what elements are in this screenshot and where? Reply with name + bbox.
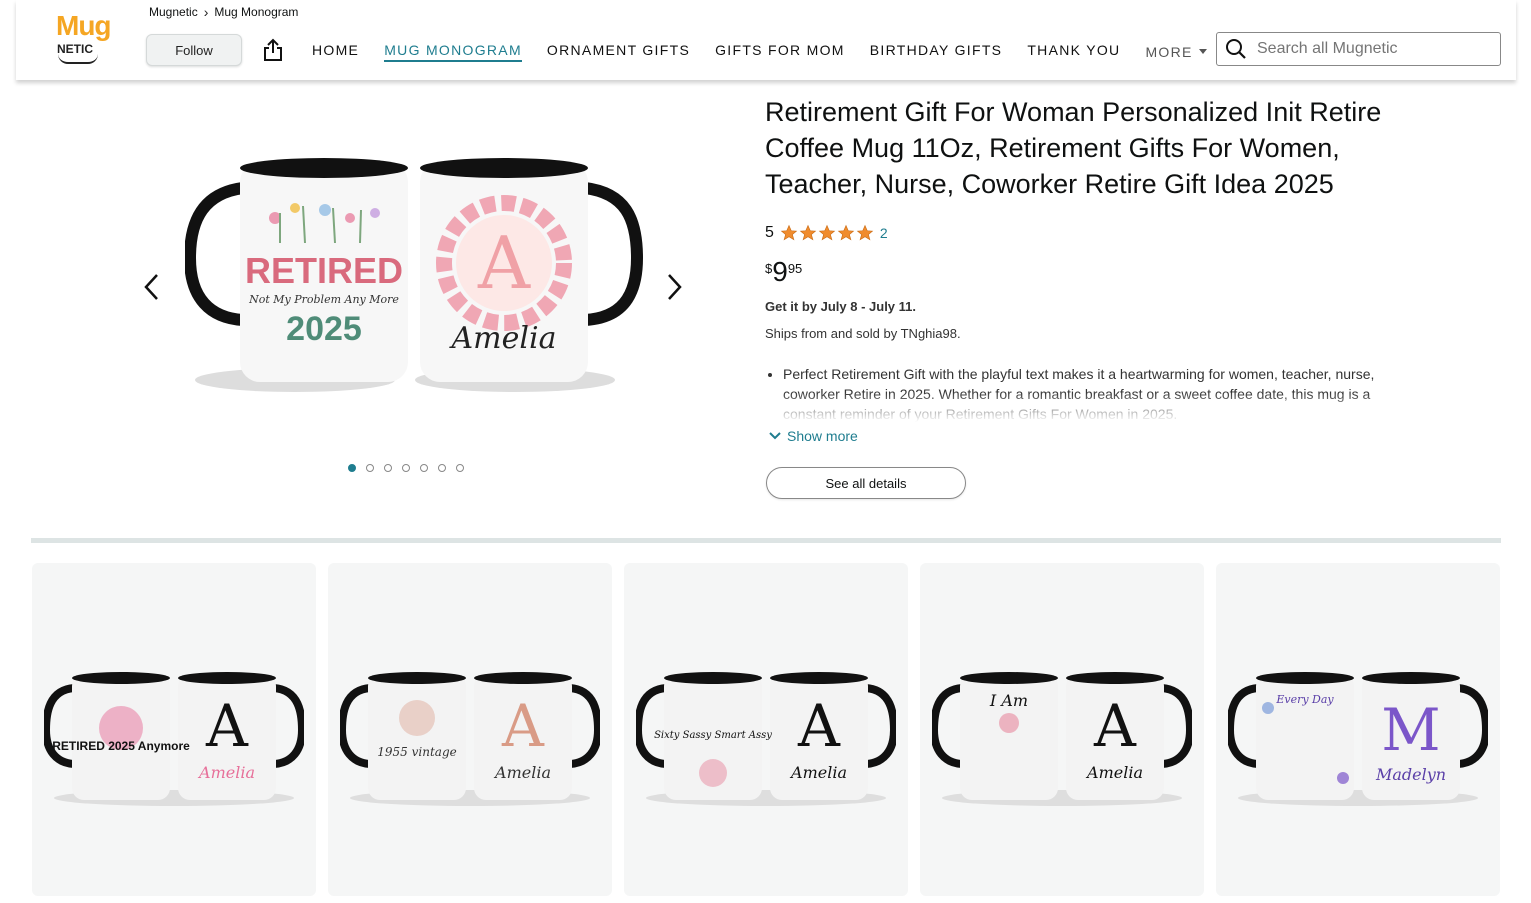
chevron-right-icon: ›	[203, 4, 209, 20]
related-product-card[interactable]: I Am A Amelia	[920, 563, 1204, 896]
related-product-image: RETIRED 2025 Anymore A Amelia	[44, 672, 304, 806]
star-icon	[837, 224, 855, 241]
related-name: Amelia	[1085, 763, 1143, 782]
related-product-card[interactable]: RETIRED 2025 Anymore A Amelia	[32, 563, 316, 896]
price-currency: $	[765, 261, 773, 276]
nav-item-ornament-gifts[interactable]: ORNAMENT GIFTS	[547, 42, 690, 62]
search-icon[interactable]	[1225, 38, 1247, 60]
gallery-dot[interactable]	[420, 464, 428, 472]
product-rating: 5 2	[765, 224, 888, 242]
nav-item-birthday-gifts[interactable]: BIRTHDAY GIFTS	[870, 42, 1003, 62]
star-icon	[856, 224, 874, 241]
breadcrumb-section[interactable]: Mug Monogram	[214, 5, 298, 19]
gallery-dot[interactable]	[402, 464, 410, 472]
gallery-prev-arrow-icon[interactable]	[142, 272, 162, 302]
related-letter: A	[501, 692, 545, 760]
star-icon	[799, 224, 817, 241]
nav-item-gifts-for-mom[interactable]: GIFTS FOR MOM	[715, 42, 845, 62]
nav-more-menu[interactable]: MORE	[1145, 42, 1207, 62]
gallery-dot[interactable]	[384, 464, 392, 472]
nav-item-mug-monogram[interactable]: MUG MONOGRAM	[384, 42, 522, 62]
related-product-image: Sixty Sassy Smart Assy A Amelia	[636, 672, 896, 806]
related-left-text: I Am	[989, 691, 1028, 710]
related-name: Amelia	[493, 763, 551, 782]
follow-button[interactable]: Follow	[146, 34, 242, 66]
store-header: Mug NETIC Mugnetic › Mug Monogram Follow…	[16, 0, 1516, 80]
gallery-dot[interactable]	[366, 464, 374, 472]
rating-value: 5	[765, 224, 774, 241]
related-product-card[interactable]: Sixty Sassy Smart Assy A Amelia	[624, 563, 908, 896]
breadcrumb-store[interactable]: Mugnetic	[149, 5, 198, 19]
store-nav: HOME MUG MONOGRAM ORNAMENT GIFTS GIFTS F…	[312, 42, 1207, 62]
price-whole: 9	[772, 256, 788, 287]
see-all-details-button[interactable]: See all details	[766, 467, 966, 499]
related-letter: A	[797, 692, 841, 760]
rating-count-link[interactable]: 2	[880, 225, 888, 241]
star-icon	[780, 224, 798, 241]
right-mug-letter: A	[477, 221, 531, 305]
gallery-dot[interactable]	[456, 464, 464, 472]
gallery-dot[interactable]	[348, 464, 356, 472]
delivery-estimate: Get it by July 8 - July 11.	[765, 299, 917, 314]
rating-stars[interactable]	[780, 224, 874, 242]
ships-from: Ships from and sold by TNghia98.	[765, 326, 961, 341]
right-mug-name: Amelia	[449, 321, 557, 356]
store-logo[interactable]: Mug NETIC	[56, 10, 120, 64]
product-main-image[interactable]: RETIRED Not My Problem Any More 2025 A A…	[185, 148, 645, 398]
related-product-card[interactable]: 1955 vintage A Amelia	[328, 563, 612, 896]
gallery-dots	[348, 464, 464, 472]
related-letter: A	[1093, 692, 1137, 760]
related-products: RETIRED 2025 Anymore A Amelia 1955 vinta…	[32, 563, 1500, 896]
related-name: Madelyn	[1375, 765, 1446, 784]
chevron-down-icon	[769, 432, 781, 440]
related-product-image: 1955 vintage A Amelia	[340, 672, 600, 806]
show-more-link[interactable]: Show more	[769, 428, 858, 444]
section-divider	[31, 538, 1501, 543]
related-name: Amelia	[789, 763, 847, 782]
related-letter: A	[205, 692, 249, 760]
store-search	[1216, 32, 1501, 66]
left-mug-title: RETIRED	[245, 250, 403, 291]
logo-smile-icon	[58, 54, 98, 64]
related-product-image: Every Day M Madelyn	[1228, 672, 1488, 806]
nav-item-home[interactable]: HOME	[312, 42, 359, 62]
nav-item-thank-you[interactable]: THANK YOU	[1027, 42, 1120, 62]
breadcrumb: Mugnetic › Mug Monogram	[149, 4, 298, 20]
related-name: Amelia	[197, 763, 255, 782]
logo-text-top: Mug	[56, 10, 112, 41]
product-title: Retirement Gift For Woman Personalized I…	[765, 97, 1382, 199]
related-product-image: I Am A Amelia	[932, 672, 1192, 806]
star-icon	[818, 224, 836, 241]
related-left-text: RETIRED 2025 Anymore	[52, 739, 190, 753]
left-mug-subtitle: Not My Problem Any More	[248, 293, 399, 306]
price-fraction: 95	[787, 261, 803, 276]
related-left-text: 1955 vintage	[377, 745, 456, 759]
caret-down-icon	[1198, 49, 1207, 54]
gallery-dot[interactable]	[438, 464, 446, 472]
nav-more-label: MORE	[1145, 44, 1193, 60]
related-left-text: Every Day	[1275, 693, 1334, 706]
gallery-next-arrow-icon[interactable]	[664, 272, 684, 302]
product-price: $ 9 95	[765, 256, 802, 288]
related-letter: M	[1381, 696, 1440, 764]
search-input[interactable]	[1255, 39, 1489, 59]
left-mug-year: 2025	[286, 310, 362, 348]
related-left-text: Sixty Sassy Smart Assy	[654, 730, 772, 741]
show-more-label: Show more	[787, 428, 858, 444]
share-icon[interactable]	[262, 38, 284, 62]
bullets-fade	[765, 392, 1385, 422]
related-product-card[interactable]: Every Day M Madelyn	[1216, 563, 1500, 896]
